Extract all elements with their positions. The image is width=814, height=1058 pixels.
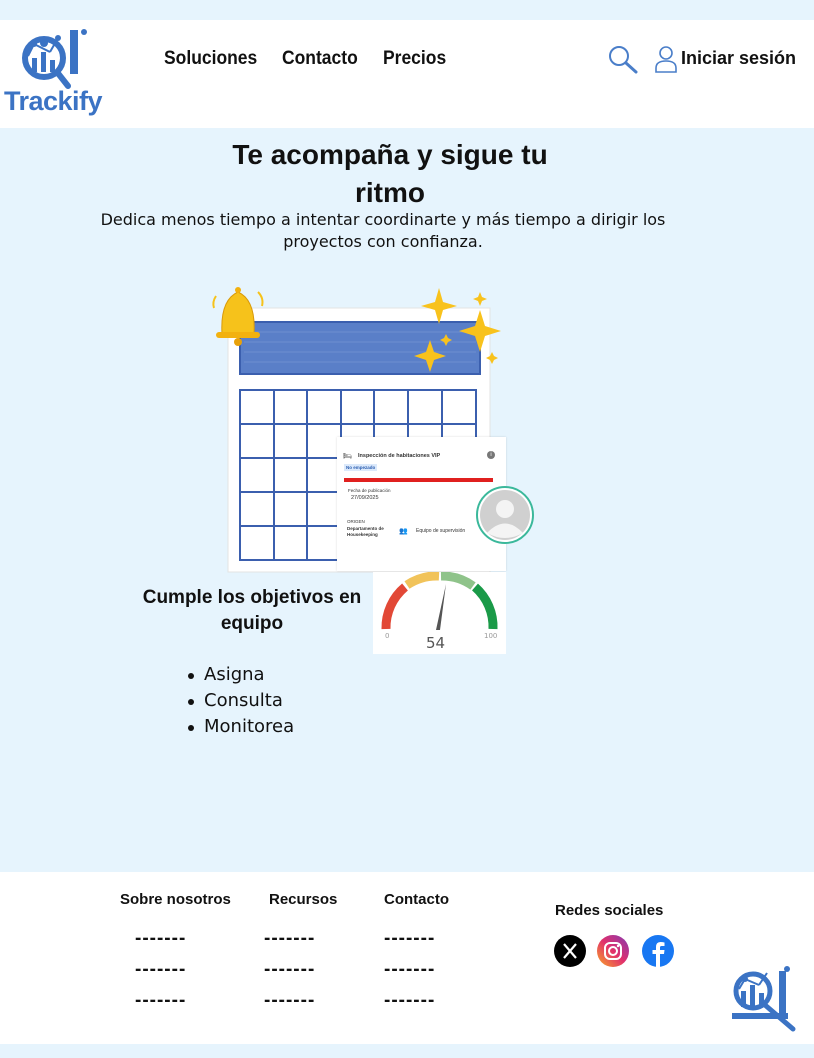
footer-link[interactable]: -------	[264, 959, 315, 981]
hero-title: Te acompaña y sigue tu ritmo	[232, 139, 548, 208]
nav-soluciones[interactable]: Soluciones	[164, 48, 257, 70]
site-footer: Sobre nosotros Recursos Contacto -------…	[0, 872, 814, 1044]
bottom-background-strip	[0, 1044, 814, 1058]
avatar	[476, 486, 534, 544]
list-item: Consulta	[186, 688, 294, 714]
footer-logo-icon	[729, 965, 801, 1033]
search-icon[interactable]	[607, 44, 639, 74]
team-icon: 👥	[399, 528, 408, 535]
status-badge: No empezado	[344, 464, 378, 471]
footer-link[interactable]: -------	[264, 928, 315, 950]
gauge-max: 100	[484, 632, 498, 640]
footer-heading-sobre-nosotros: Sobre nosotros	[120, 891, 231, 908]
user-icon[interactable]	[654, 45, 678, 73]
footer-link[interactable]: -------	[384, 990, 435, 1012]
footer-link[interactable]: -------	[135, 959, 186, 981]
date-label: Fecha de publicación	[348, 488, 391, 493]
top-background-strip	[0, 0, 814, 20]
footer-link[interactable]: -------	[384, 959, 435, 981]
site-header: Trackify Soluciones Contacto Precios Ini…	[0, 20, 814, 128]
info-icon[interactable]: i	[487, 451, 495, 459]
footer-link[interactable]: -------	[135, 990, 186, 1012]
footer-link[interactable]: -------	[384, 928, 435, 950]
bed-icon: 🛏	[343, 453, 352, 460]
gauge-value: 54	[426, 634, 446, 652]
gauge-needle	[436, 584, 446, 630]
team-value: Equipo de supervisión	[416, 528, 466, 534]
footer-link[interactable]: -------	[264, 990, 315, 1012]
origin-value: Departamento de Housekeeping	[347, 526, 384, 537]
instagram-icon[interactable]	[597, 935, 629, 967]
logo-mark-icon	[22, 29, 87, 89]
feature-list: Asigna Consulta Monitorea	[186, 662, 294, 740]
footer-heading-contacto: Contacto	[384, 891, 449, 908]
trackify-logo[interactable]: Trackify	[4, 28, 110, 122]
logo-text: Trackify	[4, 86, 103, 116]
footer-heading-redes-sociales: Redes sociales	[555, 902, 664, 919]
hero-subtitle: Dedica menos tiempo a intentar coordinar…	[100, 210, 666, 251]
login-link[interactable]: Iniciar sesión	[681, 48, 796, 69]
x-icon[interactable]	[554, 935, 586, 967]
date-value: 27/09/2025	[351, 495, 379, 501]
user-avatar-icon	[480, 490, 530, 540]
footer-link[interactable]: -------	[135, 928, 186, 950]
task-title: Inspección de habitaciones VIP	[358, 453, 441, 459]
progress-bar	[344, 478, 493, 482]
feature-title: Cumple los objetivos en equipo	[142, 587, 362, 634]
list-item: Monitorea	[186, 714, 294, 740]
list-item: Asigna	[186, 662, 294, 688]
nav-precios[interactable]: Precios	[383, 48, 446, 70]
footer-heading-recursos: Recursos	[269, 891, 338, 908]
gauge-widget: 0 100 54	[373, 571, 506, 654]
gauge-min: 0	[385, 632, 390, 640]
facebook-icon[interactable]	[642, 935, 674, 967]
origin-label: ORIGEN	[347, 519, 365, 524]
nav-contacto[interactable]: Contacto	[282, 48, 358, 70]
